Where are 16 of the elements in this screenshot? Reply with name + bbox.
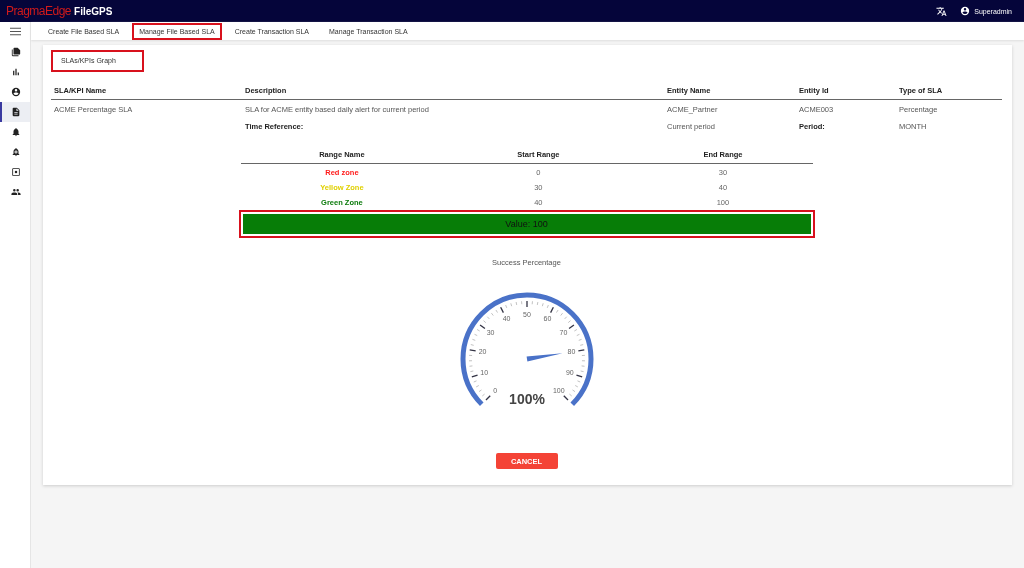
bar-chart-icon	[11, 67, 21, 77]
product-name: FileGPS	[74, 6, 113, 17]
people-icon	[11, 187, 21, 197]
value-bar: Value: 100	[242, 214, 811, 234]
bell-plus-icon	[11, 147, 21, 157]
sidebar-item[interactable]	[0, 102, 30, 122]
brand-logo: PragmaEdge	[6, 4, 72, 18]
bell-icon	[11, 127, 21, 137]
gauge-reading: 100%	[508, 391, 545, 407]
document-icon	[11, 107, 21, 117]
gauge-needle	[526, 353, 563, 362]
translate-icon[interactable]	[936, 5, 948, 17]
account-icon[interactable]	[960, 6, 971, 16]
menu-icon[interactable]	[9, 27, 21, 36]
account-icon	[11, 87, 21, 97]
files-icon	[11, 47, 21, 57]
